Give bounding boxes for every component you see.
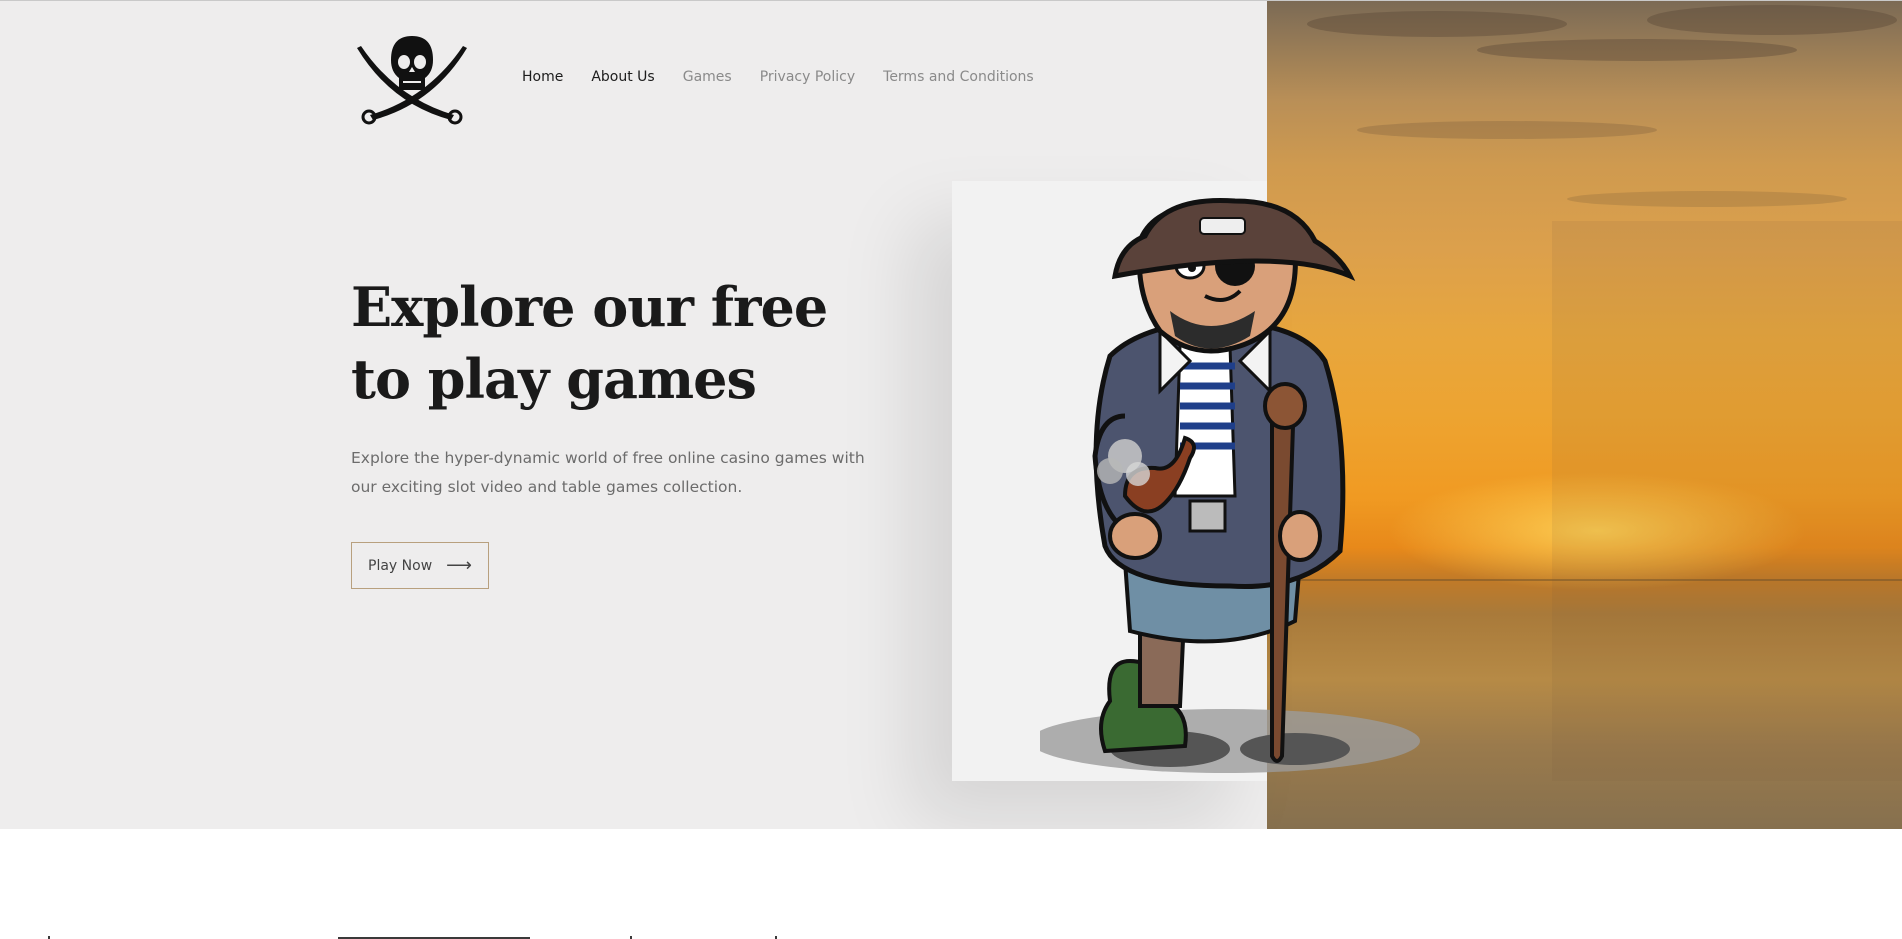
- nav-privacy-policy-link[interactable]: Privacy Policy: [760, 69, 855, 85]
- overlay-panel: [1552, 221, 1902, 781]
- cloud: [1647, 5, 1897, 35]
- nav-terms-and-conditions-link[interactable]: Terms and Conditions: [883, 69, 1034, 85]
- cloud: [1567, 191, 1847, 207]
- hero-headline: Explore our free to play games: [351, 275, 828, 411]
- nav-about-us-link[interactable]: About Us: [591, 69, 654, 85]
- hero-subtext: Explore the hyper-dynamic world of free …: [351, 449, 865, 496]
- nav-games-link[interactable]: Games: [683, 69, 732, 85]
- play-now-label: Play Now: [368, 557, 433, 574]
- cloud: [1357, 121, 1657, 139]
- main-nav: Home About Us Games Privacy Policy Terms…: [522, 69, 1034, 85]
- right-arrow-icon: ⟶: [446, 554, 472, 576]
- pirate-illustration: [1040, 197, 1420, 773]
- hero-section: Home About Us Games Privacy Policy Terms…: [0, 1, 1902, 829]
- nav-home-link[interactable]: Home: [522, 69, 563, 85]
- skull-crossed-swords-logo-icon[interactable]: [351, 34, 473, 126]
- play-now-button[interactable]: Play Now ⟶: [351, 542, 489, 589]
- cloud: [1477, 39, 1797, 61]
- cloud: [1307, 11, 1567, 37]
